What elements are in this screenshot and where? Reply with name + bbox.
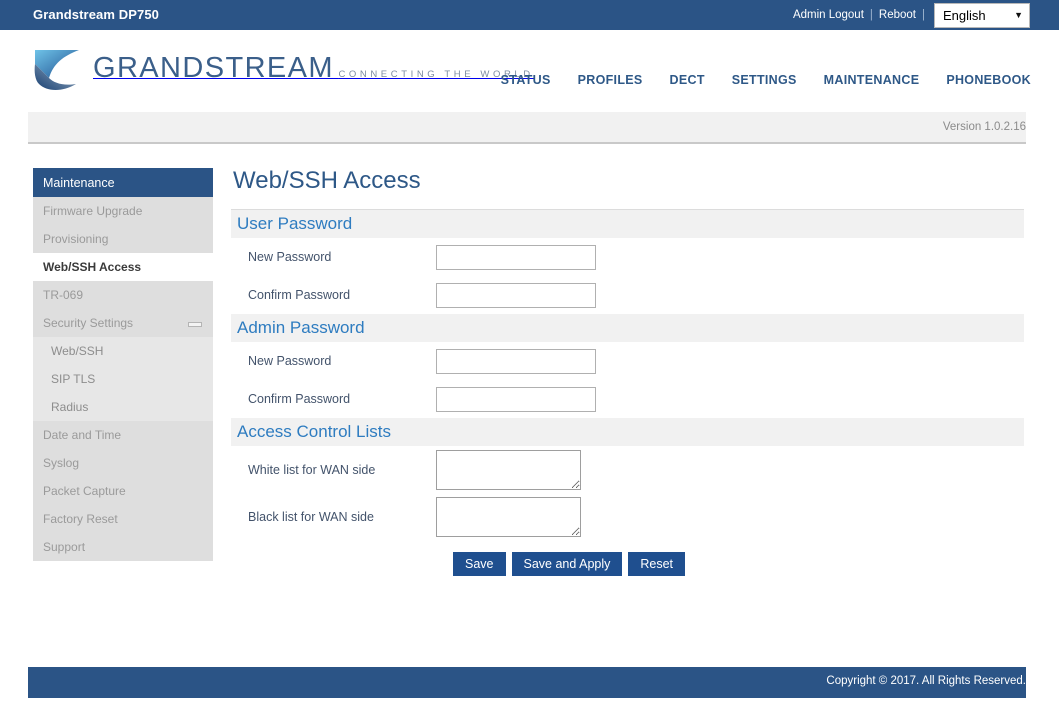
- white-list-wan-textarea[interactable]: [436, 449, 581, 490]
- nav-item-status[interactable]: STATUS: [501, 73, 551, 87]
- main-navigation: STATUS PROFILES DECT SETTINGS MAINTENANC…: [501, 73, 1031, 87]
- sidebar-item-date-and-time[interactable]: Date and Time: [33, 421, 213, 449]
- sidebar-item-label: Radius: [51, 400, 89, 414]
- top-bar: Grandstream DP750 Admin Logout | Reboot …: [0, 0, 1059, 30]
- language-select[interactable]: English ▼: [934, 2, 1030, 28]
- user-new-password-input[interactable]: [436, 244, 596, 270]
- field-label: Black list for WAN side: [248, 509, 374, 524]
- sidebar-item-sip-tls[interactable]: SIP TLS: [33, 365, 213, 393]
- sidebar-item-tr-069[interactable]: TR-069: [33, 281, 213, 309]
- sidebar-item-label: Syslog: [43, 456, 80, 470]
- section-header-access-control-lists: Access Control Lists: [231, 418, 1024, 446]
- field-label: White list for WAN side: [248, 462, 376, 477]
- main-content: Web/SSH Access User Password New Passwor…: [231, 160, 1026, 576]
- section-title: Access Control Lists: [237, 422, 391, 441]
- section-title: User Password: [237, 214, 353, 233]
- field-row-user-confirm-password: Confirm Password: [231, 276, 1026, 314]
- field-row-black-list: Black list for WAN side: [231, 493, 1026, 540]
- nav-item-settings[interactable]: SETTINGS: [732, 73, 797, 87]
- minus-icon[interactable]: [188, 322, 202, 327]
- sidebar-item-support[interactable]: Support: [33, 533, 213, 561]
- save-and-apply-button[interactable]: Save and Apply: [511, 552, 623, 576]
- grandstream-swoosh-icon: [33, 44, 85, 94]
- field-row-admin-confirm-password: Confirm Password: [231, 380, 1026, 418]
- sidebar-item-label: Firmware Upgrade: [43, 204, 143, 218]
- sidebar-item-label: Provisioning: [43, 232, 109, 246]
- sidebar-item-packet-capture[interactable]: Packet Capture: [33, 477, 213, 505]
- sidebar: Maintenance Firmware Upgrade Provisionin…: [33, 168, 213, 561]
- sidebar-item-label: Date and Time: [43, 428, 122, 442]
- nav-item-dect[interactable]: DECT: [670, 73, 705, 87]
- section-header-user-password: User Password: [231, 210, 1024, 238]
- sidebar-item-syslog[interactable]: Syslog: [33, 449, 213, 477]
- form-button-row: Save Save and Apply Reset: [231, 552, 1026, 576]
- brand-name: GRANDSTREAM: [93, 51, 334, 84]
- sidebar-item-radius[interactable]: Radius: [33, 393, 213, 421]
- top-bar-separator-1: |: [869, 9, 873, 21]
- top-bar-actions: Admin Logout | Reboot | English ▼: [792, 0, 1030, 30]
- firmware-version: Version 1.0.2.16: [942, 121, 1026, 133]
- nav-item-phonebook[interactable]: PHONEBOOK: [946, 73, 1031, 87]
- logo-wordmark: GRANDSTREAM CONNECTING THE WORLD: [93, 51, 534, 84]
- sidebar-item-label: SIP TLS: [51, 372, 96, 386]
- device-title: Grandstream DP750: [33, 7, 159, 22]
- sidebar-header-label: Maintenance: [43, 175, 115, 190]
- admin-confirm-password-input[interactable]: [436, 386, 596, 412]
- copyright-text: Copyright © 2017. All Rights Reserved.: [826, 675, 1026, 687]
- header-band: GRANDSTREAM CONNECTING THE WORLD STATUS …: [0, 30, 1059, 112]
- field-label: Confirm Password: [248, 392, 351, 406]
- sidebar-item-label: Security Settings: [43, 316, 134, 330]
- nav-item-maintenance[interactable]: MAINTENANCE: [824, 73, 920, 87]
- page-title: Web/SSH Access: [233, 167, 421, 194]
- sidebar-item-security-settings[interactable]: Security Settings: [33, 309, 213, 337]
- field-row-white-list: White list for WAN side: [231, 446, 1026, 493]
- sidebar-item-label: Web/SSH: [51, 344, 104, 358]
- field-label: Confirm Password: [248, 288, 351, 302]
- language-select-value: English: [943, 7, 986, 23]
- grandstream-logo[interactable]: GRANDSTREAM CONNECTING THE WORLD: [33, 44, 534, 94]
- sidebar-item-label: Web/SSH Access: [43, 260, 142, 274]
- sidebar-item-label: Support: [43, 540, 86, 554]
- user-confirm-password-input[interactable]: [436, 282, 596, 308]
- reset-button[interactable]: Reset: [628, 552, 686, 576]
- version-bar: Version 1.0.2.16: [28, 112, 1026, 144]
- admin-logout-link[interactable]: Admin Logout: [792, 9, 865, 21]
- field-row-admin-new-password: New Password: [231, 342, 1026, 380]
- reboot-link[interactable]: Reboot: [878, 9, 917, 21]
- section-title: Admin Password: [237, 318, 365, 337]
- sidebar-item-firmware-upgrade[interactable]: Firmware Upgrade: [33, 197, 213, 225]
- sidebar-item-web-ssh[interactable]: Web/SSH: [33, 337, 213, 365]
- footer: Copyright © 2017. All Rights Reserved.: [28, 667, 1026, 698]
- sidebar-item-factory-reset[interactable]: Factory Reset: [33, 505, 213, 533]
- sidebar-item-label: TR-069: [43, 288, 84, 302]
- sidebar-item-label: Factory Reset: [43, 512, 118, 526]
- admin-new-password-input[interactable]: [436, 348, 596, 374]
- sidebar-item-web-ssh-access[interactable]: Web/SSH Access: [33, 253, 213, 281]
- field-row-user-new-password: New Password: [231, 238, 1026, 276]
- black-list-wan-textarea[interactable]: [436, 496, 581, 537]
- sidebar-header-maintenance[interactable]: Maintenance: [33, 168, 213, 197]
- nav-item-profiles[interactable]: PROFILES: [578, 73, 643, 87]
- section-header-admin-password: Admin Password: [231, 314, 1024, 342]
- field-label: New Password: [248, 354, 332, 368]
- field-label: New Password: [248, 250, 332, 264]
- top-bar-separator-2: |: [922, 9, 925, 21]
- chevron-down-icon: ▼: [1014, 9, 1023, 20]
- sidebar-item-provisioning[interactable]: Provisioning: [33, 225, 213, 253]
- web-ssh-access-page: Grandstream DP750 Admin Logout | Reboot …: [0, 0, 1059, 719]
- sidebar-item-label: Packet Capture: [43, 484, 126, 498]
- save-button[interactable]: Save: [453, 552, 506, 576]
